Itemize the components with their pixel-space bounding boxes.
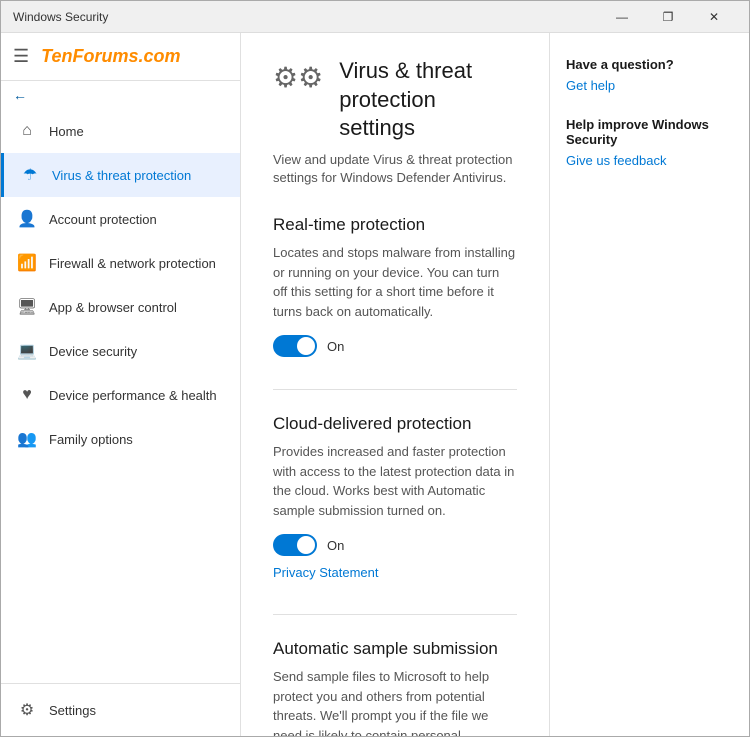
cloud-title: Cloud-delivered protection [273,414,517,434]
cloud-section: Cloud-delivered protection Provides incr… [273,414,517,582]
cloud-toggle-label: On [327,538,344,553]
main-window: Windows Security — ❐ ✕ ☰ TenForums.com ←… [0,0,750,737]
realtime-desc: Locates and stops malware from installin… [273,243,517,321]
window-title: Windows Security [13,10,599,24]
titlebar: Windows Security — ❐ ✕ [1,1,749,33]
cloud-toggle-knob [297,536,315,554]
family-icon: 👥 [17,429,37,449]
right-section-feedback: Help improve Windows Security Give us fe… [566,117,733,168]
hamburger-icon[interactable]: ☰ [13,46,29,67]
cloud-toggle-row: On [273,534,517,556]
right-feedback-title: Help improve Windows Security [566,117,733,147]
page-title: Virus & threat protection settings [339,57,517,143]
sidebar-header: ☰ TenForums.com [1,33,240,81]
get-help-link[interactable]: Get help [566,78,733,93]
brand-label: TenForums.com [41,46,180,67]
maximize-button[interactable]: ❐ [645,1,691,33]
virus-shield-icon: ☂ [20,165,40,185]
titlebar-controls: — ❐ ✕ [599,1,737,33]
back-arrow-icon: ← [13,87,27,103]
sidebar-item-label-family: Family options [49,432,133,447]
sample-desc: Send sample files to Microsoft to help p… [273,667,517,736]
sidebar-item-device-security[interactable]: 💻 Device security [1,329,240,373]
content-area: ☰ TenForums.com ← ⌂ Home ☂ Virus & threa… [1,33,749,736]
cloud-desc: Provides increased and faster protection… [273,442,517,520]
right-help-title: Have a question? [566,57,733,72]
realtime-toggle[interactable] [273,335,317,357]
sample-title: Automatic sample submission [273,639,517,659]
sidebar-item-home[interactable]: ⌂ Home [1,109,240,153]
device-security-icon: 💻 [17,341,37,361]
sidebar-item-label-app: App & browser control [49,300,177,315]
sidebar-bottom: ⚙ Settings [1,683,240,736]
sidebar-item-label-account: Account protection [49,212,157,227]
realtime-toggle-knob [297,337,315,355]
realtime-toggle-label: On [327,339,344,354]
page-settings-icon: ⚙︎⚙︎ [273,61,323,94]
sample-section: Automatic sample submission Send sample … [273,639,517,736]
home-icon: ⌂ [17,121,37,141]
minimize-button[interactable]: — [599,1,645,33]
give-feedback-link[interactable]: Give us feedback [566,153,733,168]
sidebar: ☰ TenForums.com ← ⌂ Home ☂ Virus & threa… [1,33,241,736]
right-section-help: Have a question? Get help [566,57,733,93]
firewall-icon: 📶 [17,253,37,273]
close-button[interactable]: ✕ [691,1,737,33]
sidebar-item-app-browser[interactable]: 🖥 App & browser control [1,285,240,329]
right-panel: Have a question? Get help Help improve W… [549,33,749,736]
app-browser-icon: 🖥 [17,297,37,317]
device-perf-icon: ♥ [17,385,37,405]
sidebar-item-label-settings: Settings [49,703,96,718]
sidebar-item-label-virus: Virus & threat protection [52,168,191,183]
cloud-toggle[interactable] [273,534,317,556]
sidebar-item-label-home: Home [49,124,84,139]
sidebar-item-virus[interactable]: ☂ Virus & threat protection [1,153,240,197]
sidebar-item-label-device-perf: Device performance & health [49,388,217,403]
settings-icon: ⚙ [17,700,37,720]
page-subtitle: View and update Virus & threat protectio… [273,151,517,187]
sidebar-item-family[interactable]: 👥 Family options [1,417,240,461]
divider-2 [273,614,517,615]
sidebar-item-firewall[interactable]: 📶 Firewall & network protection [1,241,240,285]
cloud-privacy-link[interactable]: Privacy Statement [273,565,379,580]
realtime-title: Real-time protection [273,215,517,235]
account-icon: 👤 [17,209,37,229]
sidebar-item-settings[interactable]: ⚙ Settings [1,688,240,732]
main-content: ⚙︎⚙︎ Virus & threat protection settings … [241,33,549,736]
sidebar-item-account[interactable]: 👤 Account protection [1,197,240,241]
sidebar-item-device-perf[interactable]: ♥ Device performance & health [1,373,240,417]
realtime-section: Real-time protection Locates and stops m… [273,215,517,357]
realtime-toggle-row: On [273,335,517,357]
back-button[interactable]: ← [1,81,240,109]
divider-1 [273,389,517,390]
sidebar-item-label-device-security: Device security [49,344,137,359]
sidebar-item-label-firewall: Firewall & network protection [49,256,216,271]
page-header: ⚙︎⚙︎ Virus & threat protection settings [273,57,517,143]
